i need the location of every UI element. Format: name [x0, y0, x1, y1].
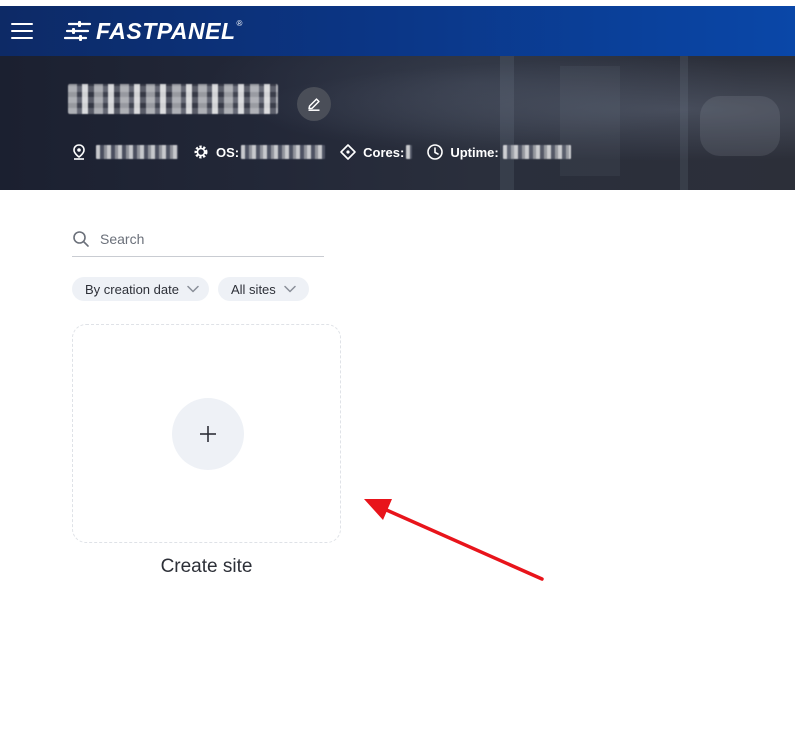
brand-name: FASTPANEL [96, 17, 236, 44]
uptime-label: Uptime: [450, 144, 499, 160]
site-filter-dropdown[interactable]: All sites [218, 277, 309, 301]
cpu-diamond-icon [340, 144, 356, 160]
site-filter-label: All sites [231, 281, 276, 297]
hero-decoration [700, 96, 780, 156]
menu-icon[interactable] [11, 21, 33, 41]
server-os: OS: [192, 143, 326, 161]
server-cores: Cores: [339, 143, 413, 161]
server-header [0, 56, 795, 190]
cores-value-redacted [406, 145, 413, 159]
cores-label: Cores: [363, 144, 405, 160]
sort-dropdown[interactable]: By creation date [72, 277, 209, 301]
registered-mark: ® [236, 18, 243, 28]
plus-icon [200, 426, 216, 442]
create-site-label[interactable]: Create site [72, 556, 341, 578]
sort-label: By creation date [85, 281, 179, 297]
pencil-icon [308, 98, 320, 111]
create-site-button[interactable] [172, 398, 244, 470]
chevron-down-icon [284, 285, 296, 293]
edit-server-name-button[interactable] [297, 87, 331, 121]
location-pin-icon [73, 144, 85, 160]
server-uptime: Uptime: [426, 143, 571, 161]
server-ip [72, 144, 178, 160]
hero-decoration [680, 56, 688, 190]
top-navbar: FASTPANEL ® [0, 6, 795, 56]
chevron-down-icon [187, 285, 199, 293]
create-site-card[interactable] [72, 324, 341, 543]
hero-decoration [500, 56, 514, 190]
gear-icon [194, 145, 208, 159]
os-label: OS: [216, 144, 240, 160]
search-input[interactable] [98, 230, 322, 248]
search-icon [73, 231, 89, 247]
server-info-row: OS: Cores: Uptime: [72, 141, 585, 163]
clock-icon [427, 144, 444, 160]
logo-mark-icon [64, 21, 92, 41]
server-name-redacted [68, 84, 278, 114]
os-value-redacted [241, 145, 326, 159]
ip-value-redacted [96, 145, 178, 159]
uptime-value-redacted [502, 145, 571, 159]
search-box[interactable] [72, 222, 324, 257]
fastpanel-logo[interactable]: FASTPANEL ® [64, 18, 242, 44]
